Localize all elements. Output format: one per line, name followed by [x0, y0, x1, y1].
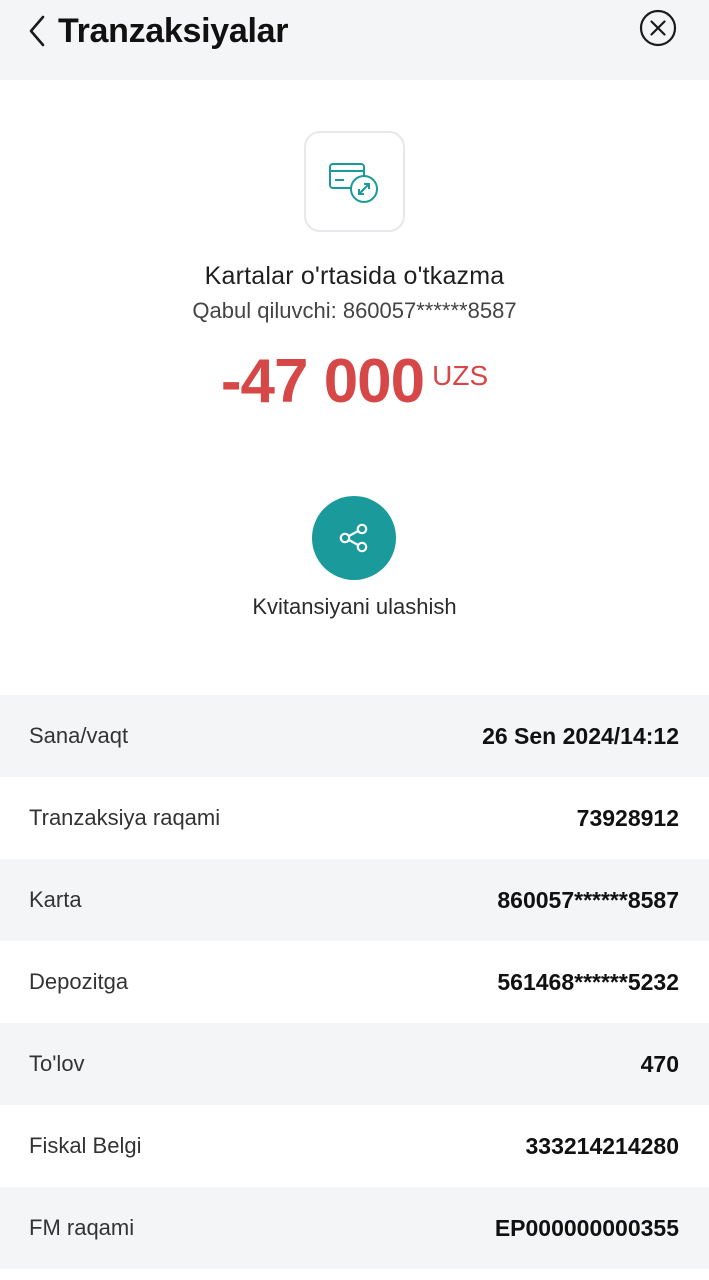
amount-value: -47 000	[220, 347, 425, 416]
close-button[interactable]	[639, 9, 677, 47]
detail-label: Tranzaksiya raqami	[29, 805, 221, 830]
card-transfer-icon	[328, 162, 378, 203]
share-icon	[339, 523, 368, 553]
transaction-type-icon-box	[304, 131, 405, 232]
transaction-details-list: Sana/vaqt 26 Sen 2024/14:12 Tranzaksiya …	[0, 695, 709, 1269]
transaction-title: Kartalar o'rtasida o'tkazma	[204, 262, 505, 290]
close-circle-icon	[639, 9, 677, 47]
detail-value: 26 Sen 2024/14:12	[482, 722, 679, 749]
detail-label: Fiskal Belgi	[29, 1133, 142, 1158]
detail-row-payment: To'lov 470	[0, 1023, 709, 1105]
detail-value: 470	[640, 1050, 679, 1077]
detail-value: EP000000000355	[494, 1214, 679, 1241]
top-bar: Tranzaksiyalar	[0, 0, 709, 80]
detail-label: To'lov	[29, 1051, 85, 1076]
detail-row-date-time: Sana/vaqt 26 Sen 2024/14:12	[0, 695, 709, 777]
detail-row-fm-number: FM raqami EP000000000355	[0, 1187, 709, 1269]
detail-value: 333214214280	[525, 1132, 680, 1159]
detail-label: Depozitga	[29, 969, 129, 994]
detail-label: Karta	[29, 887, 82, 912]
detail-value: 73928912	[576, 804, 679, 831]
share-receipt-button[interactable]	[312, 496, 396, 580]
detail-row-card: Karta 860057******8587	[0, 859, 709, 941]
transaction-amount: -47 000 UZS	[0, 346, 709, 417]
detail-value: 860057******8587	[497, 886, 679, 913]
amount-currency: UZS	[432, 360, 489, 391]
back-button[interactable]	[20, 12, 54, 50]
detail-label: Sana/vaqt	[29, 723, 129, 748]
detail-label: FM raqami	[29, 1215, 135, 1240]
detail-value: 561468******5232	[497, 968, 679, 995]
detail-row-deposit: Depozitga 561468******5232	[0, 941, 709, 1023]
detail-row-transaction-number: Tranzaksiya raqami 73928912	[0, 777, 709, 859]
detail-row-fiscal-sign: Fiskal Belgi 333214214280	[0, 1105, 709, 1187]
transaction-receiver: Qabul qiluvchi: 860057******8587	[192, 298, 517, 323]
share-receipt-label[interactable]: Kvitansiyani ulashish	[0, 594, 709, 620]
chevron-left-icon	[29, 15, 45, 47]
page-title: Tranzaksiyalar	[58, 12, 289, 50]
